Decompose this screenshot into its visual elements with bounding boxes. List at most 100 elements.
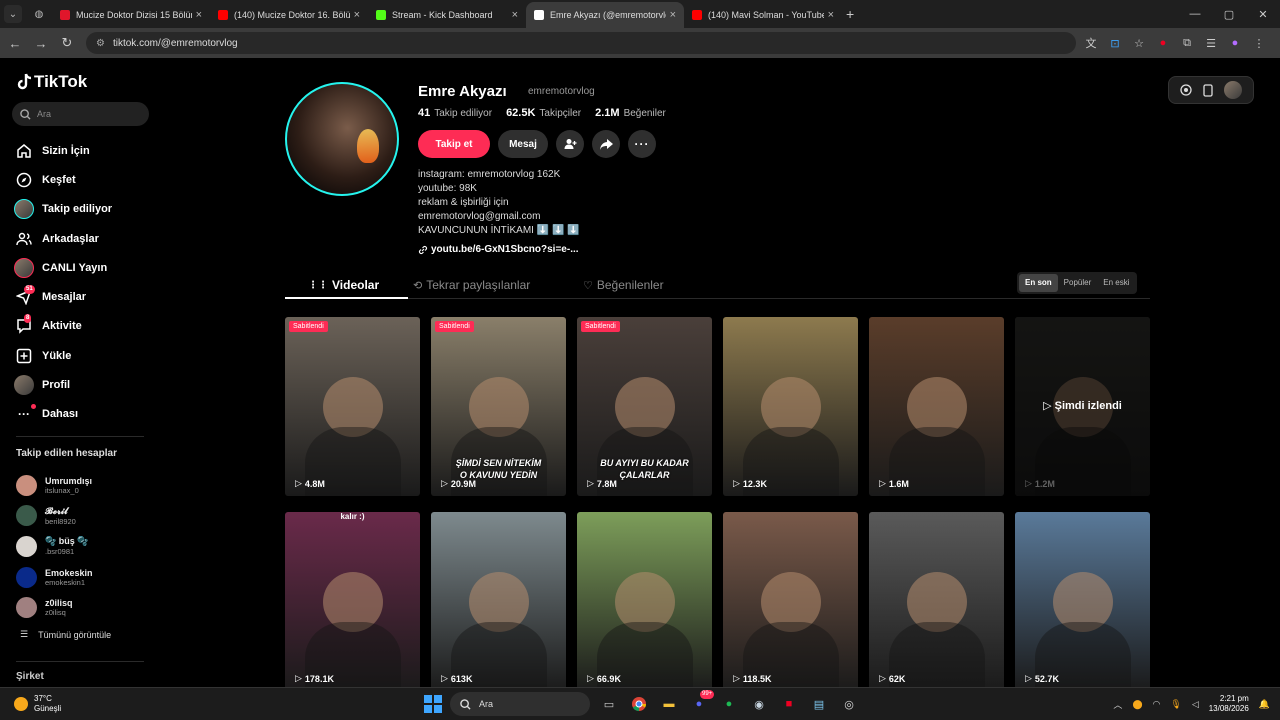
profile-avatar[interactable] — [285, 82, 399, 196]
notepad-icon[interactable]: ▤ — [808, 693, 830, 715]
close-window-button[interactable]: ✕ — [1246, 8, 1280, 21]
new-tab-button[interactable]: + — [846, 6, 854, 22]
site-info-icon[interactable]: ⚙ — [96, 38, 105, 49]
sidebar-item-upload[interactable]: Yükle — [14, 341, 112, 370]
sidebar-item-following-avatar[interactable]: Takip ediliyor — [14, 195, 112, 224]
video-thumbnail[interactable]: ▷ Şimdi izlendi ▷ 1.2M — [1015, 317, 1150, 496]
profile-stat[interactable]: 62.5K Takipçiler — [506, 107, 581, 119]
url-input[interactable]: ⚙ tiktok.com/@emremotorvlog — [86, 32, 1076, 54]
browser-tab[interactable]: (140) Mavi Solman - YouTube × — [684, 2, 842, 28]
sidebar-item-live-avatar[interactable]: CANLI Yayın — [14, 253, 112, 282]
minimize-button[interactable]: — — [1178, 8, 1212, 20]
browser-tab[interactable]: (140) Mucize Doktor 16. Bölüm × — [210, 2, 368, 28]
discord-icon[interactable]: ● 99+ — [688, 690, 715, 715]
bookmark-star-icon[interactable]: ☆ — [1132, 37, 1146, 50]
sidebar-item-compass[interactable]: Keşfet — [14, 165, 112, 194]
weather-widget[interactable]: 37°C Güneşli — [14, 694, 61, 714]
more-options-button[interactable]: ··· — [628, 130, 656, 158]
phone-app-icon[interactable] — [1203, 83, 1213, 97]
suggested-accounts-button[interactable] — [556, 130, 584, 158]
sidebar-item-activity[interactable]: 8 Aktivite — [14, 312, 112, 341]
tab-close-icon[interactable]: × — [196, 9, 202, 21]
tiktok-logo[interactable]: TikTok — [16, 72, 87, 92]
extensions-puzzle-icon[interactable]: ⧉ — [1180, 37, 1194, 50]
tab-close-icon[interactable]: × — [670, 9, 676, 21]
user-avatar[interactable] — [1223, 81, 1242, 99]
reload-button[interactable]: ↻ — [56, 32, 78, 54]
tab-close-icon[interactable]: × — [354, 9, 360, 21]
video-thumbnail[interactable]: ▷ 12.3K — [723, 317, 858, 496]
screen-capture-icon[interactable]: ⊡ — [1108, 37, 1122, 50]
sidebar-item-more[interactable]: ··· Dahası — [14, 400, 112, 429]
file-explorer-icon[interactable]: ▬ — [658, 693, 680, 715]
sort-latest-button[interactable]: En son — [1019, 274, 1058, 292]
view-count: ▷ 1.6M — [879, 478, 909, 489]
bio-link[interactable]: youtu.be/6-GxN1Sbcno?si=e-... — [418, 244, 579, 255]
video-thumbnail[interactable]: ▷ 62K — [869, 512, 1004, 691]
tab-close-icon[interactable]: × — [828, 9, 834, 21]
profile-stat[interactable]: 41 Takip ediliyor — [418, 107, 492, 119]
see-all-button[interactable]: ☰ Tümünü görüntüle — [20, 629, 111, 640]
message-button[interactable]: Mesaj — [498, 130, 548, 158]
profile-stat[interactable]: 2.1M Beğeniler — [595, 107, 666, 119]
task-view-icon[interactable]: ▭ — [598, 693, 620, 715]
following-account[interactable]: Emokeskin emokeskin1 — [16, 562, 93, 593]
tab-liked[interactable]: ♡ Beğenilenler — [583, 278, 664, 292]
profile-avatar-icon[interactable]: ● — [1228, 37, 1242, 49]
clock[interactable]: 2:21 pm 13/08/2026 — [1209, 694, 1249, 714]
reading-list-icon[interactable]: ☰ — [1204, 37, 1218, 50]
follow-button[interactable]: Takip et — [418, 130, 490, 158]
browser-tab[interactable]: Stream - Kick Dashboard × — [368, 2, 526, 28]
tab-videos[interactable]: ⋮⋮ Videolar — [308, 278, 379, 292]
video-thumbnail[interactable]: ▷ 613K — [431, 512, 566, 691]
taskbar-search[interactable]: Ara — [450, 692, 590, 716]
sidebar-item-profile-avatar[interactable]: Profil — [14, 370, 112, 399]
browser-tab[interactable]: Mucize Doktor Dizisi 15 Bölüm × — [52, 2, 210, 28]
tab-close-icon[interactable]: × — [512, 9, 518, 21]
following-account[interactable]: Umrumdışı itslunax_0 — [16, 470, 93, 501]
translate-icon[interactable]: 文 — [1084, 35, 1098, 51]
sidebar-item-friends[interactable]: Arkadaşlar — [14, 224, 112, 253]
chrome-icon[interactable] — [628, 693, 650, 715]
forward-button[interactable]: → — [30, 32, 52, 54]
windows-start-icon[interactable] — [424, 695, 442, 713]
video-thumbnail[interactable]: kalır :) ▷ 178.1K — [285, 512, 420, 691]
tray-app-icon[interactable]: ⬤ — [1132, 699, 1142, 710]
browser-menu-icon[interactable]: ⋮ — [1252, 37, 1266, 50]
obs-icon[interactable]: ◎ — [838, 693, 860, 715]
sidebar-item-home[interactable]: Sizin İçin — [14, 136, 112, 165]
video-thumbnail[interactable]: Sabitlendi ŞİMDİ SEN NİTEKİM O KAVUNU YED… — [431, 317, 566, 496]
speaker-icon[interactable]: ◁ — [1192, 699, 1199, 710]
video-thumbnail[interactable]: ▷ 52.7K — [1015, 512, 1150, 691]
extension-red-icon[interactable]: ● — [1156, 37, 1170, 49]
sort-popular-button[interactable]: Popüler — [1058, 274, 1098, 292]
tab-reposts[interactable]: ⟲ Tekrar paylaşılanlar — [413, 278, 530, 292]
search-input[interactable]: Ara — [12, 102, 149, 126]
microphone-icon[interactable]: 🎙 — [1170, 699, 1181, 710]
coin-icon[interactable] — [1180, 84, 1192, 96]
sidebar-item-messages[interactable]: 51 Mesajlar — [14, 282, 112, 311]
following-account[interactable]: z0ilisq z0ilisq — [16, 592, 93, 623]
tray-chevron-icon[interactable]: ︿ — [1113, 698, 1122, 711]
browser-tab[interactable]: Emre Akyazı (@emremotorvlog) × — [526, 2, 684, 28]
maximize-button[interactable]: ▢ — [1212, 8, 1246, 21]
video-thumbnail[interactable]: ▷ 1.6M — [869, 317, 1004, 496]
sort-oldest-button[interactable]: En eski — [1097, 274, 1135, 292]
red-app-icon[interactable]: ■ — [778, 693, 800, 715]
video-thumbnail[interactable]: ▷ 118.5K — [723, 512, 858, 691]
share-button[interactable] — [592, 130, 620, 158]
company-section-title[interactable]: Şirket — [16, 671, 44, 682]
following-account[interactable]: 🫧 büş 🫧 .bsr0981 — [16, 531, 93, 562]
steam-icon[interactable]: ◉ — [748, 693, 770, 715]
account-username: beril8920 — [45, 516, 76, 526]
video-thumbnail[interactable]: ▷ 66.9K — [577, 512, 712, 691]
wifi-icon[interactable]: ◠ — [1153, 699, 1161, 710]
notifications-icon[interactable]: 🔔 — [1259, 699, 1270, 710]
following-account[interactable]: 𝓑𝓮𝓻𝓲𝓵 beril8920 — [16, 501, 93, 532]
back-button[interactable]: ← — [4, 32, 26, 54]
video-thumbnail[interactable]: Sabitlendi BU AYIYI BU KADAR ÇALARLAR ▷ 7.8… — [577, 317, 712, 496]
spotify-icon[interactable]: ● — [718, 693, 740, 715]
view-count-value: 52.7K — [1034, 673, 1059, 684]
tab-search-button[interactable]: ⌄ — [4, 5, 22, 23]
video-thumbnail[interactable]: Sabitlendi ▷ 4.8M — [285, 317, 420, 496]
